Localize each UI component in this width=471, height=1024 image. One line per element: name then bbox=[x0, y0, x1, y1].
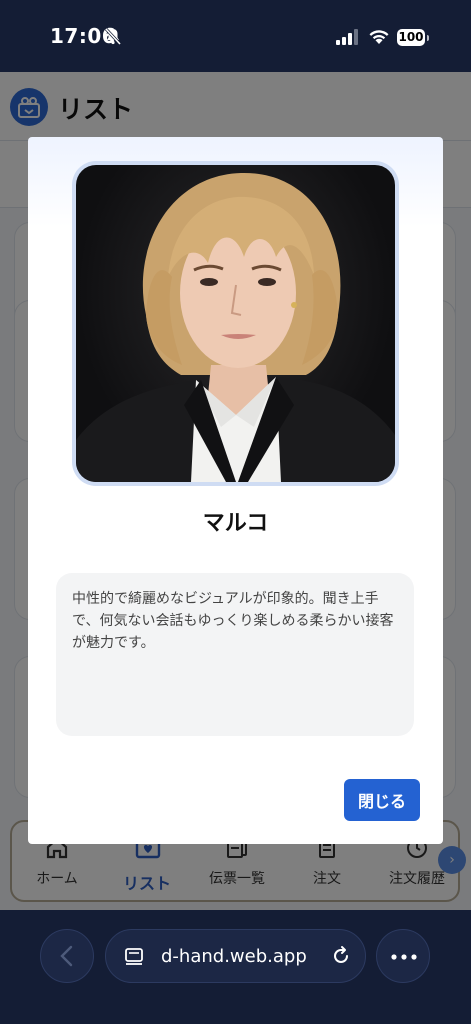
address-bar[interactable]: d-hand.web.app bbox=[105, 929, 366, 983]
status-bar: 17:06 100 bbox=[0, 0, 471, 72]
battery-icon: 100 bbox=[397, 29, 425, 46]
signal-icon bbox=[336, 29, 360, 49]
browser-more-button[interactable] bbox=[376, 929, 430, 983]
battery-nub bbox=[427, 35, 429, 41]
profile-description: 中性的で綺麗めなビジュアルが印象的。聞き上手で、何気ない会話もゆっくり楽しめる柔… bbox=[56, 573, 414, 736]
close-button[interactable]: 閉じる bbox=[344, 779, 420, 821]
chevron-left-icon bbox=[60, 945, 73, 967]
profile-name: マルコ bbox=[202, 511, 269, 536]
wifi-icon bbox=[368, 28, 390, 49]
bell-off-icon bbox=[104, 27, 122, 49]
page-menu-icon bbox=[125, 948, 143, 965]
profile-modal: マルコ 中性的で綺麗めなビジュアルが印象的。聞き上手で、何気ない会話もゆっくり楽… bbox=[28, 137, 443, 844]
browser-toolbar: d-hand.web.app bbox=[0, 910, 471, 1024]
reload-icon[interactable] bbox=[330, 945, 352, 967]
address-url: d-hand.web.app bbox=[161, 946, 307, 967]
profile-photo bbox=[76, 165, 395, 482]
profile-photo-frame bbox=[72, 161, 399, 486]
more-dots-icon bbox=[391, 954, 417, 960]
browser-back-button[interactable] bbox=[40, 929, 94, 983]
